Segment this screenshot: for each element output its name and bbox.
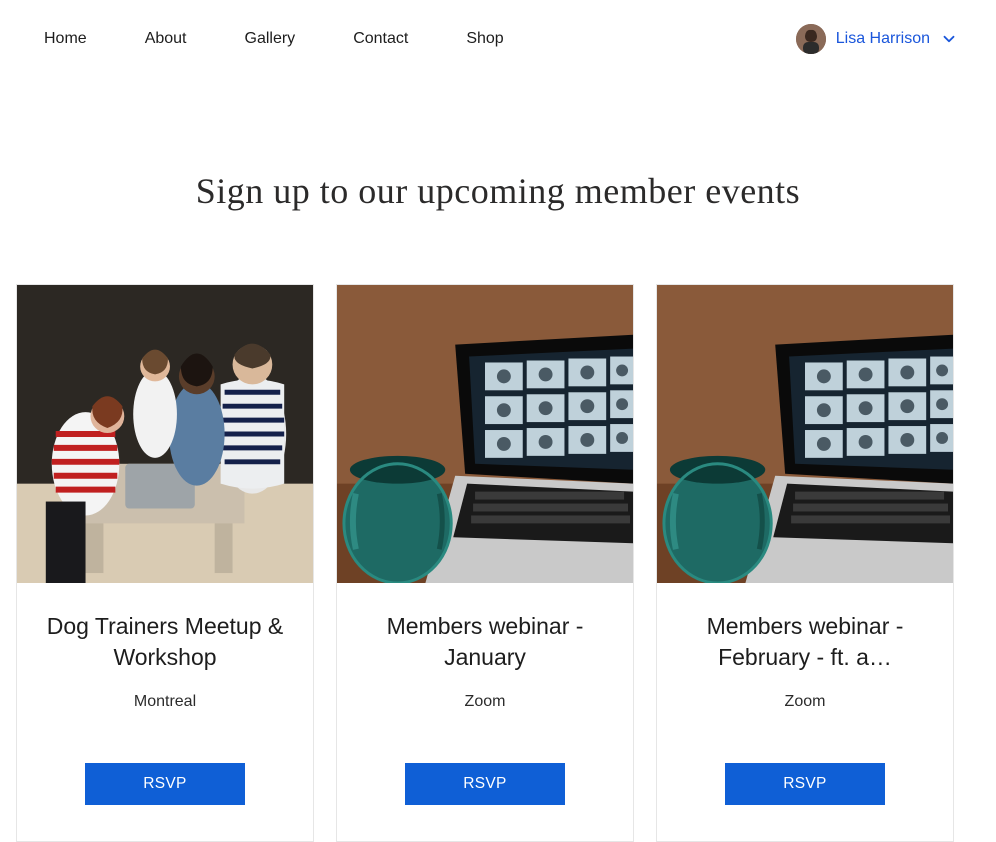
event-title: Members webinar - January (355, 611, 615, 675)
event-image (337, 285, 633, 583)
event-card-body: Dog Trainers Meetup & Workshop Montreal … (17, 583, 313, 841)
event-card: Members webinar - January Zoom RSVP (336, 284, 634, 842)
main-nav: Home About Gallery Contact Shop (44, 30, 504, 48)
event-location: Montreal (134, 693, 196, 711)
page-title: Sign up to our upcoming member events (0, 170, 996, 212)
events-grid: Dog Trainers Meetup & Workshop Montreal … (0, 284, 996, 842)
nav-shop[interactable]: Shop (466, 30, 503, 48)
nav-contact[interactable]: Contact (353, 30, 408, 48)
event-image (17, 285, 313, 583)
event-card: Dog Trainers Meetup & Workshop Montreal … (16, 284, 314, 842)
avatar (796, 24, 826, 54)
chevron-down-icon (940, 30, 958, 48)
rsvp-button[interactable]: RSVP (725, 763, 885, 805)
account-menu[interactable]: Lisa Harrison (796, 24, 958, 54)
nav-home[interactable]: Home (44, 30, 87, 48)
event-title: Dog Trainers Meetup & Workshop (35, 611, 295, 675)
event-title: Members webinar - February - ft. a… (675, 611, 935, 675)
event-location: Zoom (785, 693, 826, 711)
username: Lisa Harrison (836, 30, 930, 48)
event-card-body: Members webinar - January Zoom RSVP (337, 583, 633, 841)
nav-about[interactable]: About (145, 30, 187, 48)
event-location: Zoom (465, 693, 506, 711)
event-card: Members webinar - February - ft. a… Zoom… (656, 284, 954, 842)
nav-gallery[interactable]: Gallery (245, 30, 296, 48)
rsvp-button[interactable]: RSVP (405, 763, 565, 805)
rsvp-button[interactable]: RSVP (85, 763, 245, 805)
topbar: Home About Gallery Contact Shop Lisa Har… (0, 0, 996, 54)
event-image (657, 285, 953, 583)
event-card-body: Members webinar - February - ft. a… Zoom… (657, 583, 953, 841)
